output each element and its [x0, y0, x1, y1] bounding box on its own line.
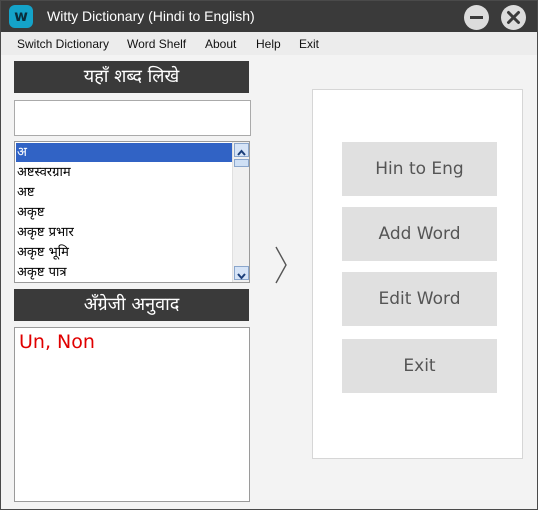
- menu-bar: Switch Dictionary Word Shelf About Help …: [1, 32, 537, 55]
- list-item[interactable]: अकृष्ट प्रभार: [16, 223, 233, 242]
- translation-text: Un, Non: [19, 331, 95, 353]
- translation-header: अँग्रेजी अनुवाद: [14, 289, 249, 321]
- hin-to-eng-button[interactable]: Hin to Eng: [342, 142, 497, 196]
- scroll-thumb[interactable]: [234, 159, 249, 167]
- close-icon: [507, 11, 520, 24]
- chevron-right-icon: [275, 246, 287, 284]
- title-bar: w Witty Dictionary (Hindi to English): [1, 1, 537, 32]
- list-item[interactable]: अकृष्ट: [16, 203, 233, 222]
- minimize-button[interactable]: [464, 5, 489, 30]
- search-input[interactable]: [14, 100, 251, 136]
- action-panel: Hin to Eng Add Word Edit Word Exit: [312, 89, 523, 459]
- list-item[interactable]: अकृष्ट पात्र: [16, 263, 233, 282]
- menu-help[interactable]: Help: [256, 37, 281, 51]
- list-scrollbar[interactable]: [232, 142, 249, 282]
- list-item[interactable]: अष्ट: [16, 183, 233, 202]
- list-item[interactable]: अ: [16, 143, 233, 162]
- witty-logo-icon: w: [9, 5, 33, 28]
- add-word-button[interactable]: Add Word: [342, 207, 497, 261]
- word-list[interactable]: अ अष्टस्वरग्राम अष्ट अकृष्ट अकृष्ट प्रभा…: [14, 141, 250, 283]
- menu-word-shelf[interactable]: Word Shelf: [127, 37, 186, 51]
- list-item[interactable]: अष्टस्वरग्राम: [16, 163, 233, 182]
- minimize-icon: [470, 16, 483, 19]
- menu-switch-dictionary[interactable]: Switch Dictionary: [17, 37, 109, 51]
- menu-exit[interactable]: Exit: [299, 37, 319, 51]
- close-button[interactable]: [501, 5, 526, 30]
- scroll-down-arrow-icon[interactable]: [234, 266, 249, 280]
- window-title: Witty Dictionary (Hindi to English): [47, 8, 255, 24]
- app-window: w Witty Dictionary (Hindi to English) Sw…: [0, 0, 538, 510]
- exit-button[interactable]: Exit: [342, 339, 497, 393]
- translation-output: Un, Non: [14, 327, 250, 502]
- list-item[interactable]: अकृष्ट भूमि: [16, 243, 233, 262]
- scroll-up-arrow-icon[interactable]: [234, 143, 249, 157]
- edit-word-button[interactable]: Edit Word: [342, 272, 497, 326]
- menu-about[interactable]: About: [205, 37, 236, 51]
- search-header: यहाँ शब्द लिखे: [14, 61, 249, 93]
